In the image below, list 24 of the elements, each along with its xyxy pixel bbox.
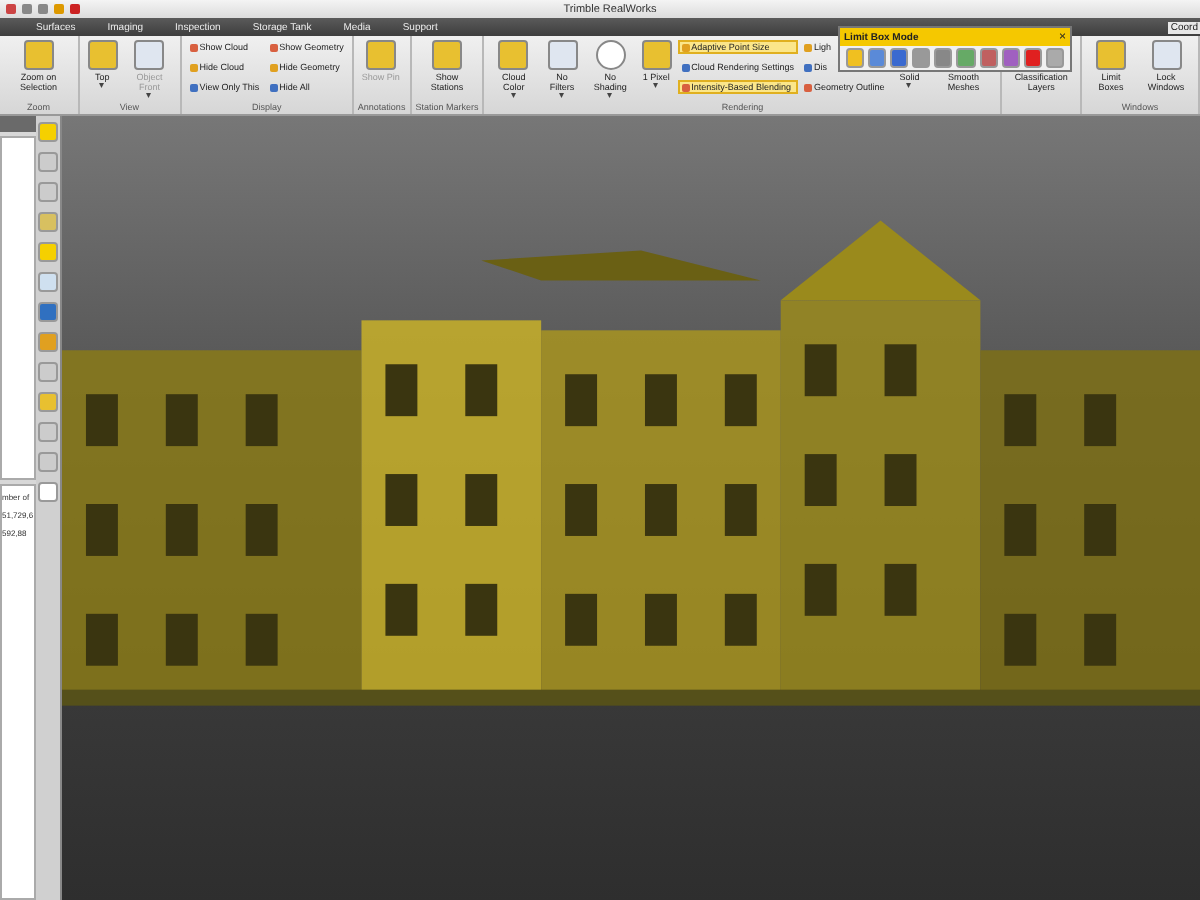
ribbon-button-icon — [431, 40, 462, 70]
button-icon — [803, 63, 812, 71]
button-icon — [681, 63, 690, 71]
button-icon — [681, 83, 690, 91]
button-icon — [803, 43, 812, 51]
button-icon — [269, 43, 278, 51]
panel-header — [0, 116, 36, 132]
button-icon — [189, 83, 198, 91]
button-icon — [269, 63, 278, 71]
ribbon-button-icon — [134, 40, 165, 70]
ribbon-button-icon — [87, 40, 118, 70]
button-icon — [189, 43, 198, 51]
ribbon-button-icon — [595, 40, 626, 70]
ribbon-button-icon — [547, 40, 578, 70]
ribbon-button-icon — [641, 40, 672, 70]
ribbon-button-icon — [23, 40, 54, 70]
ribbon-button-icon — [365, 40, 396, 70]
button-icon — [803, 83, 812, 91]
button-icon — [189, 63, 198, 71]
button-icon — [269, 83, 278, 91]
ribbon-button-icon — [498, 40, 529, 70]
ribbon-button-icon — [1095, 40, 1126, 70]
button-icon — [681, 43, 690, 51]
ribbon-button-icon — [1151, 40, 1181, 70]
